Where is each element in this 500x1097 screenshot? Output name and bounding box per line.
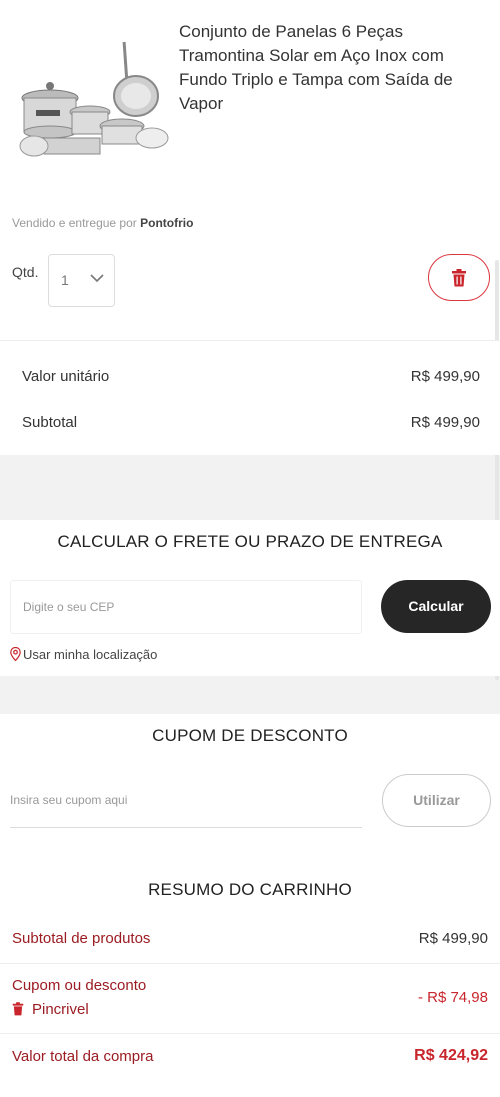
quantity-select[interactable]: 1	[48, 254, 115, 307]
shipping-title: CALCULAR O FRETE OU PRAZO DE ENTREGA	[57, 532, 443, 551]
summary-coupon-value: - R$ 74,98	[417, 989, 488, 1006]
chevron-down-icon	[90, 274, 104, 283]
applied-coupon[interactable]: Pincrivel	[12, 1001, 89, 1018]
cep-input[interactable]: Digite o seu CEP	[10, 580, 362, 634]
applied-coupon-code: Pincrivel	[32, 1001, 89, 1018]
product-title[interactable]: Conjunto de Panelas 6 Peças Tramontina S…	[179, 20, 489, 116]
cart-summary: RESUMO DO CARRINHO Subtotal de produtos …	[0, 862, 500, 1097]
location-pin-icon	[10, 646, 21, 662]
summary-total-row: Valor total da compra R$ 424,92	[0, 1034, 500, 1080]
use-location-label: Usar minha localização	[23, 647, 158, 662]
summary-coupon-row: Cupom ou desconto Pincrivel - R$ 74,98	[0, 964, 500, 1034]
unit-price-label: Valor unitário	[22, 368, 110, 385]
summary-title: RESUMO DO CARRINHO	[148, 880, 352, 899]
coupon-title: CUPOM DE DESCONTO	[152, 726, 348, 745]
summary-total-value: R$ 424,92	[414, 1047, 488, 1064]
coupon-placeholder: Insira seu cupom aqui	[10, 793, 128, 807]
qty-label: Qtd.	[12, 264, 39, 280]
summary-subtotal-row: Subtotal de produtos R$ 499,90	[0, 918, 500, 964]
cart-item-card: Conjunto de Panelas 6 Peças Tramontina S…	[0, 0, 500, 340]
quantity-value: 1	[61, 272, 69, 288]
summary-subtotal-value: R$ 499,90	[418, 930, 488, 947]
seller-info: Vendido e entregue por Pontofrio	[12, 216, 193, 230]
unit-price-value: R$ 499,90	[410, 368, 480, 385]
trash-icon[interactable]	[12, 1002, 24, 1016]
shipping-section: CALCULAR O FRETE OU PRAZO DE ENTREGA Dig…	[0, 520, 500, 676]
unit-price-row: Valor unitário R$ 499,90	[22, 368, 480, 385]
cep-placeholder: Digite o seu CEP	[23, 600, 115, 614]
item-prices: Valor unitário R$ 499,90 Subtotal R$ 499…	[0, 340, 500, 455]
summary-subtotal-label: Subtotal de produtos	[12, 930, 151, 947]
seller-name: Pontofrio	[140, 216, 194, 230]
remove-item-button[interactable]	[428, 254, 490, 301]
coupon-input[interactable]: Insira seu cupom aqui	[10, 784, 362, 828]
apply-coupon-button[interactable]: Utilizar	[382, 774, 491, 827]
subtotal-value: R$ 499,90	[410, 414, 480, 431]
product-image[interactable]	[10, 34, 170, 164]
subtotal-row: Subtotal R$ 499,90	[22, 414, 480, 431]
trash-icon	[452, 269, 466, 287]
seller-prefix: Vendido e entregue por	[12, 216, 137, 230]
summary-coupon-label: Cupom ou desconto	[12, 977, 147, 994]
coupon-section: CUPOM DE DESCONTO Insira seu cupom aqui …	[0, 714, 500, 862]
subtotal-label: Subtotal	[22, 414, 78, 431]
summary-total-label: Valor total da compra	[12, 1048, 154, 1065]
calculate-button[interactable]: Calcular	[381, 580, 491, 633]
use-location-link[interactable]: Usar minha localização	[10, 646, 158, 662]
